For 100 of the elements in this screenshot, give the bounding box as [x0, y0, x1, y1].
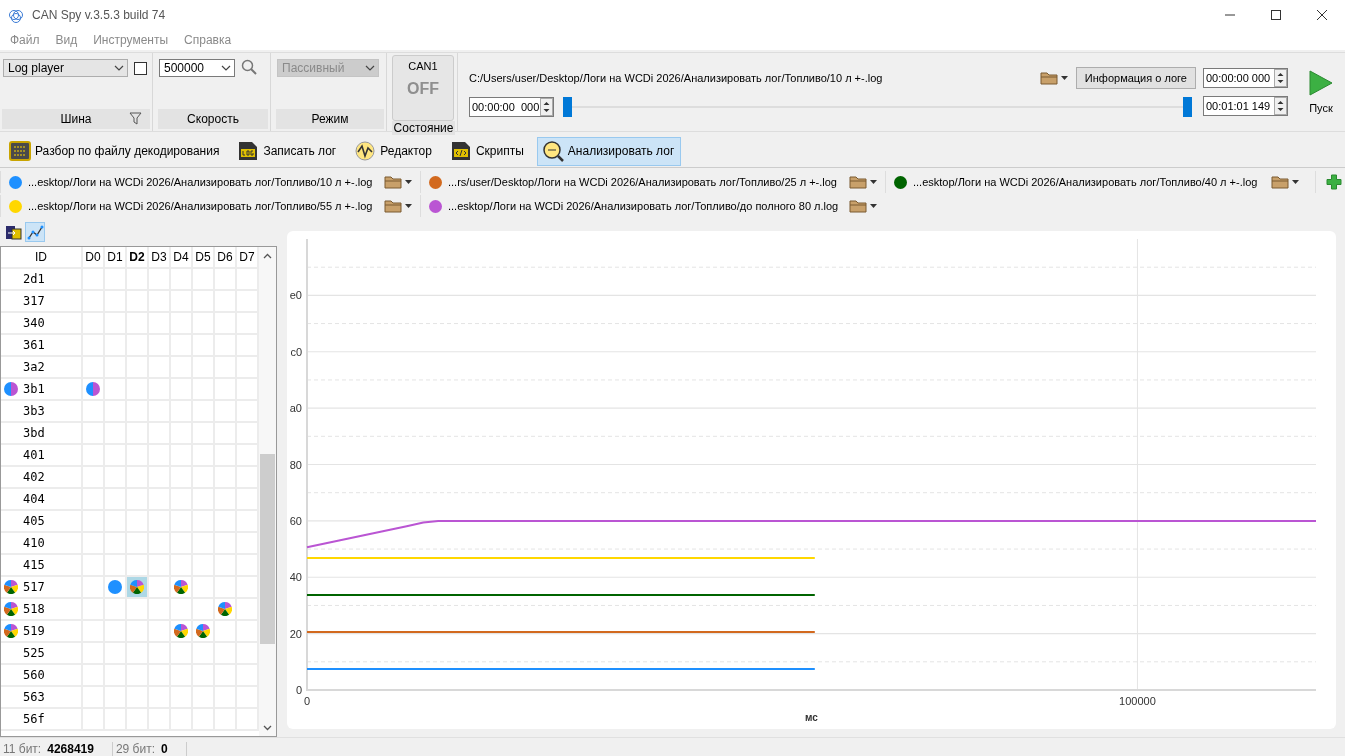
pie-chart-icon: [4, 624, 18, 638]
slider-handle[interactable]: [563, 97, 572, 117]
log-info-button[interactable]: Информация о логе: [1075, 67, 1196, 89]
state-value: OFF: [407, 80, 439, 98]
group-label: Состояние: [393, 121, 454, 135]
menu-item[interactable]: Справка: [176, 33, 240, 47]
add-icon[interactable]: [1326, 174, 1342, 190]
pie-chart-icon: [174, 580, 188, 594]
open-file-button[interactable]: [384, 175, 412, 189]
table-cell[interactable]: [215, 599, 237, 621]
caret-icon: [1060, 76, 1068, 80]
row-id: 517: [23, 580, 45, 594]
row-id: 401: [23, 448, 45, 462]
chevron-down-icon: [365, 65, 375, 71]
column-header[interactable]: D1: [105, 247, 127, 269]
spin-arrows-icon[interactable]: [540, 98, 553, 116]
spin-arrows-icon[interactable]: [1274, 69, 1287, 87]
table-cell[interactable]: [193, 621, 215, 643]
tool-tab[interactable]: Скрипты: [444, 136, 531, 166]
status-label: 11 бит:: [3, 741, 42, 756]
open-file-button[interactable]: [1271, 175, 1299, 189]
state-button[interactable]: CAN1 OFF: [392, 55, 454, 121]
row-id: 3a2: [23, 360, 45, 374]
tick-label: e0: [289, 289, 302, 302]
end-time-field[interactable]: 00:01:01 149: [1203, 96, 1288, 116]
position-field[interactable]: 00:00:00 000: [469, 97, 554, 117]
menu-item[interactable]: Вид: [47, 33, 86, 47]
folder-icon: [849, 199, 867, 213]
line-chart-icon: [26, 223, 44, 241]
column-header[interactable]: D3: [149, 247, 171, 269]
column-header[interactable]: D2: [127, 247, 149, 269]
row-id: 3bd: [23, 426, 45, 440]
row-id: 340: [23, 316, 45, 330]
tool-tab[interactable]: Записать лог: [232, 136, 344, 166]
close-icon[interactable]: [1317, 10, 1327, 20]
group-label: Режим: [311, 112, 349, 126]
caret-icon: [870, 180, 877, 184]
row-id: 317: [23, 294, 45, 308]
maximize-icon[interactable]: [1271, 10, 1281, 20]
search-icon[interactable]: [241, 59, 257, 75]
tool-tab[interactable]: Анализировать лог: [536, 136, 682, 166]
column-header[interactable]: D4: [171, 247, 193, 269]
tick-label: 0: [295, 684, 302, 696]
scrollbar-thumb[interactable]: [260, 454, 276, 644]
scroll-up-icon[interactable]: [263, 252, 273, 259]
file-path: ...esktop/Логи на WCDi 2026/Анализировать лог/Топливо/до полного 80 л.log: [448, 200, 840, 212]
group-label: Скорость: [187, 112, 239, 126]
folder-icon: [1039, 71, 1058, 85]
folder-icon: [849, 175, 867, 189]
spin-arrows-icon[interactable]: [1274, 97, 1287, 115]
menu-item[interactable]: Инструменты: [85, 33, 177, 47]
row-id: 405: [23, 514, 45, 528]
code-file-icon: [449, 140, 472, 162]
file-path: C:/Users/user/Desktop/Логи на WCDi 2026/Анализировать лог/Топливо/10 л +-.log: [469, 72, 884, 84]
row-id: 518: [23, 602, 45, 616]
file-path: ...esktop/Логи на WCDi 2026/Анализировать лог/Топливо/40 л +-.log: [913, 176, 1259, 188]
column-header[interactable]: D5: [193, 247, 215, 269]
status-value: 4268419: [47, 741, 94, 756]
file-path: ...rs/user/Desktop/Логи на WCDi 2026/Анализировать лог/Топливо/25 л +-.log: [448, 176, 838, 188]
pie-chart-icon: [130, 580, 144, 594]
pie-chart-icon: [218, 602, 232, 616]
wave-icon: [354, 140, 377, 162]
status-label: 29 бит:: [115, 741, 155, 756]
range-slider[interactable]: [562, 97, 1192, 117]
filter-icon[interactable]: [129, 112, 142, 125]
row-id: 563: [23, 690, 45, 704]
tool-tab[interactable]: Разбор по файлу декодирования: [4, 136, 227, 166]
table-cell[interactable]: [127, 577, 149, 599]
tool-tab[interactable]: Редактор: [349, 136, 439, 166]
play-button[interactable]: Пуск: [1303, 70, 1339, 114]
column-header[interactable]: D0: [83, 247, 105, 269]
open-file-button[interactable]: [384, 199, 412, 213]
folder-icon: [384, 199, 402, 213]
open-file-button[interactable]: [849, 175, 877, 189]
caret-icon: [405, 180, 412, 184]
row-id: 3b1: [23, 382, 45, 396]
checkbox[interactable]: [134, 62, 147, 75]
pie-chart-icon: [4, 382, 18, 396]
pie-chart-icon: [4, 580, 18, 594]
open-file-button[interactable]: [1039, 71, 1068, 85]
start-time-field[interactable]: 00:00:00 000: [1203, 68, 1288, 88]
table-cell[interactable]: [171, 621, 193, 643]
chevron-down-icon: [114, 65, 125, 71]
bus-dropdown[interactable]: Log player: [3, 59, 129, 77]
table-cell[interactable]: [171, 577, 193, 599]
column-header[interactable]: D6: [215, 247, 237, 269]
menu-item[interactable]: Файл: [2, 33, 48, 47]
row-id: 415: [23, 558, 45, 572]
row-id: 519: [23, 624, 45, 638]
scroll-down-icon[interactable]: [263, 724, 273, 731]
open-file-button[interactable]: [849, 199, 877, 213]
table-cell[interactable]: [83, 379, 105, 401]
document-icon: [237, 140, 260, 162]
row-id: 402: [23, 470, 45, 484]
export-icon: [4, 223, 22, 241]
speed-dropdown[interactable]: 500000: [159, 59, 235, 77]
view-button[interactable]: [25, 222, 45, 242]
slider-handle[interactable]: [1183, 97, 1192, 117]
app-icon: [8, 7, 24, 23]
column-header[interactable]: ID: [1, 247, 83, 269]
